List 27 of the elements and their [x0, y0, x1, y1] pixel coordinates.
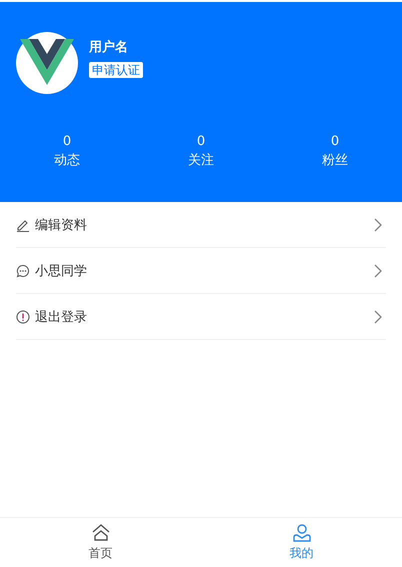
username: 用户名 — [89, 38, 128, 56]
alert-icon — [16, 310, 30, 324]
chevron-right-icon — [374, 218, 382, 232]
menu-item[interactable]: 小思同学 — [16, 248, 386, 294]
menu-label: 编辑资料 — [35, 216, 88, 234]
chevron-right-icon — [374, 264, 382, 278]
chat-bubble-icon — [16, 264, 30, 278]
menu-label: 退出登录 — [35, 308, 88, 326]
tab-item[interactable]: 首页 — [0, 518, 201, 567]
stat-count: 0 — [196, 134, 206, 149]
menu-item[interactable]: 退出登录 — [16, 294, 386, 340]
tab-label: 我的 — [290, 545, 314, 562]
stat-label: 粉丝 — [322, 152, 348, 169]
home-icon — [90, 523, 110, 543]
menu-item[interactable]: 编辑资料 — [16, 202, 386, 248]
stat-label: 关注 — [188, 152, 214, 169]
stat-count: 0 — [330, 134, 340, 149]
tab-label: 首页 — [88, 545, 112, 562]
verify-badge[interactable]: 申请认证 — [89, 62, 143, 78]
avatar-logo-icon — [16, 32, 78, 94]
stat-count: 0 — [62, 134, 72, 149]
user-icon — [292, 523, 312, 543]
chevron-right-icon — [374, 310, 382, 324]
tab-item[interactable]: 我的 — [201, 518, 402, 567]
pencil-icon — [16, 218, 30, 232]
menu-label: 小思同学 — [35, 262, 88, 280]
stat-label: 动态 — [54, 152, 80, 169]
